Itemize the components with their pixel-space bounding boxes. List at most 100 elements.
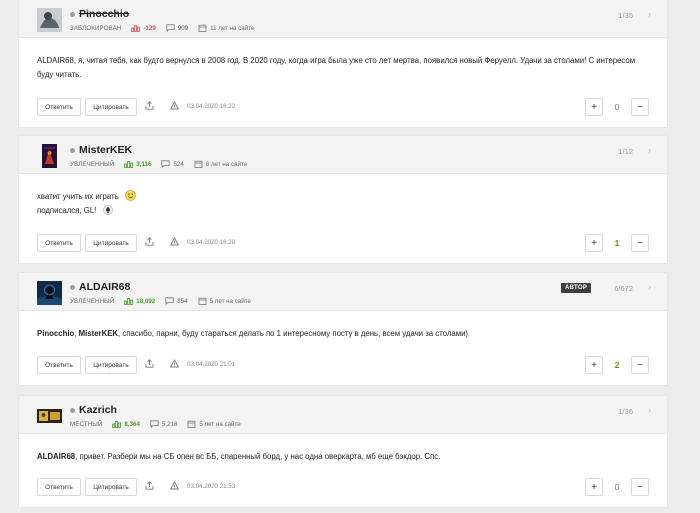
comment-post: Kazrich местный 8,364 5,218 5 лет на сай… [19, 396, 667, 507]
username[interactable]: ALDAIR68 [79, 281, 130, 293]
downvote-button[interactable]: − [631, 478, 649, 496]
smile-emoji-icon [125, 190, 136, 201]
post-position[interactable]: 1/35 [618, 11, 633, 20]
downvote-button[interactable]: − [631, 356, 649, 374]
comment-post: MisterKEK увлеченный 3,116 524 8 лет на … [19, 136, 667, 263]
mention-link[interactable]: ALDAIR68 [37, 452, 75, 461]
rating-value: 18,092 [136, 297, 156, 305]
rating-icon [131, 25, 141, 32]
calendar-icon [198, 24, 207, 32]
post-text: подписался, GL! [37, 206, 97, 215]
reply-button[interactable]: Ответить [37, 98, 81, 116]
upvote-button[interactable]: + [585, 98, 603, 116]
user-rating: 3,116 [124, 160, 151, 168]
upvote-button[interactable]: + [585, 478, 603, 496]
post-text-line: подписался, GL! [37, 204, 649, 218]
post-footer: Ответить Цитировать 03.04.2020 21:01 + 2… [19, 347, 667, 385]
time-on-site-value: 5 лет на сайте [199, 420, 241, 428]
warning-icon[interactable] [170, 481, 179, 490]
quote-button[interactable]: Цитировать [85, 98, 137, 116]
reply-button[interactable]: Ответить [37, 356, 81, 374]
user-rating: 8,364 [112, 420, 140, 428]
quote-button[interactable]: Цитировать [85, 478, 137, 496]
user-status: заблокирован [70, 24, 122, 32]
online-status-dot [70, 12, 75, 17]
username[interactable]: Kazrich [79, 404, 117, 416]
comment-post: Pinocchio заблокирован -129 909 11 лет н… [19, 0, 667, 127]
rating-icon [112, 421, 122, 428]
avatar[interactable] [37, 144, 62, 168]
avatar[interactable] [37, 8, 62, 32]
rating-value: -129 [143, 24, 156, 32]
username[interactable]: MisterKEK [79, 144, 132, 156]
author-badge: АВТОР [561, 283, 592, 293]
reply-button[interactable]: Ответить [37, 478, 81, 496]
quote-button[interactable]: Цитировать [85, 234, 137, 252]
posts-count-value: 5,218 [161, 420, 178, 428]
user-rating: -129 [131, 24, 156, 32]
post-score: 2 [614, 360, 620, 370]
post-header: Pinocchio заблокирован -129 909 11 лет н… [19, 0, 667, 38]
username[interactable]: Pinocchio [79, 8, 129, 20]
avatar-image [37, 144, 62, 168]
post-position[interactable]: 6/672 [614, 284, 633, 293]
downvote-button[interactable]: − [631, 234, 649, 252]
post-position[interactable]: 1/12 [618, 147, 633, 156]
time-on-site-value: 8 лет на сайте [205, 160, 248, 168]
user-status: увлеченный [70, 160, 115, 168]
calendar-icon [194, 160, 203, 168]
mention-link[interactable]: Pinocchio [37, 329, 74, 338]
post-text-content: , привет. Разбери мы на СБ опен вс ББ, с… [75, 452, 441, 461]
user-time-on-site: 5 лет на сайте [198, 297, 251, 305]
user-rating: 18,092 [124, 297, 155, 305]
warning-icon[interactable] [170, 359, 179, 368]
user-status: увлеченный [70, 297, 115, 305]
post-score: 1 [614, 238, 620, 248]
post-body: ALDAIR68, я, читая тебя, как будто верну… [19, 38, 667, 82]
comments-icon [150, 420, 159, 428]
post-date: 03.04.2020 16:22 [187, 103, 236, 110]
avatar[interactable] [37, 281, 62, 305]
user-meta: местный 8,364 5,218 5 лет на сайте [70, 420, 251, 428]
posts-count-value: 854 [177, 297, 188, 305]
post-score: 0 [614, 102, 620, 112]
post-header: Kazrich местный 8,364 5,218 5 лет на сай… [19, 396, 667, 434]
user-posts-count: 5,218 [150, 420, 177, 428]
share-icon[interactable] [145, 237, 154, 246]
online-status-dot [70, 148, 75, 153]
post-footer: Ответить Цитировать 03.04.2020 21:53 + 0… [19, 469, 667, 507]
comments-icon [165, 297, 174, 305]
upvote-button[interactable]: + [585, 356, 603, 374]
avatar[interactable] [37, 404, 62, 428]
post-text: хватит учить их играть [37, 192, 119, 201]
posts-count-value: 909 [177, 24, 189, 32]
rating-icon [124, 161, 134, 168]
post-body: Pinocchio, MisterKEK, спасибо, парни, бу… [19, 311, 667, 341]
time-on-site-value: 11 лет на сайте [210, 24, 255, 32]
user-time-on-site: 11 лет на сайте [198, 24, 254, 32]
rating-icon [124, 298, 134, 305]
mention-separator: , [74, 329, 77, 338]
post-footer: Ответить Цитировать 03.04.2020 16:28 + 1… [19, 225, 667, 263]
share-icon[interactable] [145, 101, 154, 110]
reply-button[interactable]: Ответить [37, 234, 81, 252]
warning-icon[interactable] [170, 237, 179, 246]
post-position[interactable]: 1/36 [618, 407, 633, 416]
next-post-arrow[interactable]: › [648, 145, 651, 155]
upvote-button[interactable]: + [585, 234, 603, 252]
warning-icon[interactable] [170, 101, 179, 110]
post-text-line: хватит учить их играть [37, 190, 649, 204]
share-icon[interactable] [145, 481, 154, 490]
next-post-arrow[interactable]: › [648, 282, 651, 292]
user-meta: увлеченный 18,092 854 5 лет на сайте [70, 297, 261, 305]
share-icon[interactable] [145, 359, 154, 368]
mention-link[interactable]: MisterKEK [79, 329, 118, 338]
next-post-arrow[interactable]: › [648, 9, 651, 19]
post-header: ALDAIR68 увлеченный 18,092 854 5 лет на … [19, 273, 667, 311]
quote-button[interactable]: Цитировать [85, 356, 137, 374]
post-footer: Ответить Цитировать 03.04.2020 16:22 + 0… [19, 89, 667, 127]
time-on-site-value: 5 лет на сайте [209, 297, 251, 305]
post-date: 03.04.2020 21:01 [187, 361, 236, 368]
next-post-arrow[interactable]: › [648, 405, 651, 415]
downvote-button[interactable]: − [631, 98, 649, 116]
